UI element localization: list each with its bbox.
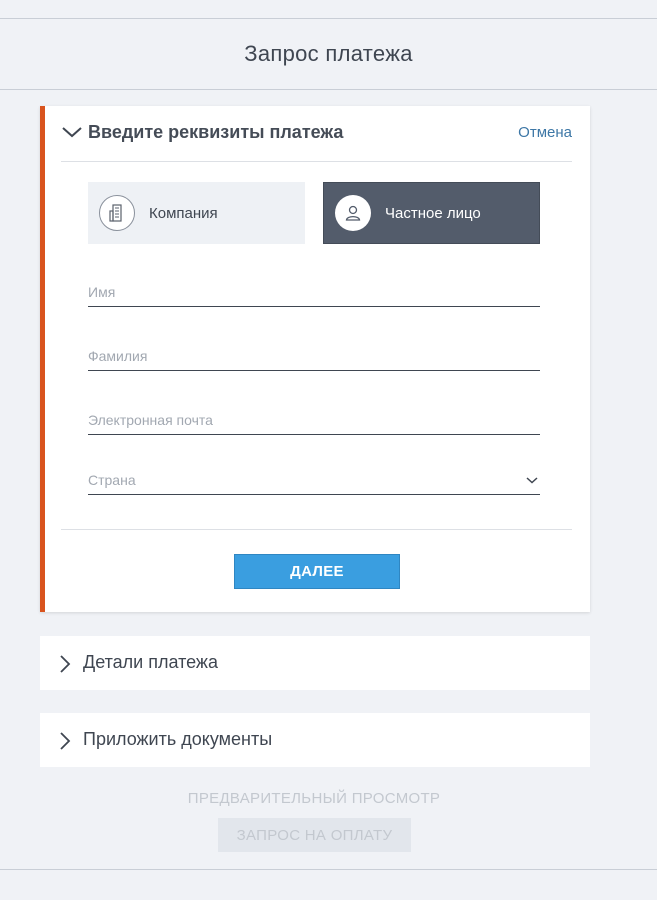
first-name-field[interactable]: Имя — [88, 278, 540, 307]
payment-request-page: Запрос платежа Введите реквизиты платежа… — [0, 0, 657, 900]
panel-footer-divider — [61, 529, 572, 530]
cancel-link[interactable]: Отмена — [518, 124, 572, 141]
chevron-down-icon[interactable] — [61, 123, 83, 141]
header-divider — [0, 89, 657, 90]
section-payment-details[interactable]: Детали платежа — [40, 636, 590, 690]
section-payment-details-label: Детали платежа — [83, 652, 218, 672]
building-icon — [99, 195, 135, 231]
chevron-right-icon — [60, 655, 71, 673]
company-type-label: Компания — [149, 204, 218, 222]
first-name-placeholder: Имя — [88, 284, 116, 300]
bottom-divider — [0, 869, 657, 870]
company-type-button[interactable]: Компания — [88, 182, 305, 244]
preview-link[interactable]: ПРЕДВАРИТЕЛЬНЫЙ ПРОСМОТР — [0, 790, 628, 807]
panel-title: Введите реквизиты платежа — [88, 122, 344, 142]
chevron-down-icon — [526, 477, 538, 484]
section-attach-documents-label: Приложить документы — [83, 729, 273, 749]
country-placeholder: Страна — [88, 472, 136, 488]
private-person-type-label: Частное лицо — [385, 204, 481, 222]
panel-header: Введите реквизиты платежа Отмена — [61, 106, 572, 162]
last-name-placeholder: Фамилия — [88, 348, 148, 364]
email-placeholder: Электронная почта — [88, 412, 213, 428]
page-title: Запрос платежа — [244, 41, 413, 66]
person-icon — [335, 195, 371, 231]
next-button[interactable]: ДАЛЕЕ — [234, 554, 400, 589]
section-attach-documents[interactable]: Приложить документы — [40, 713, 590, 767]
chevron-right-icon — [60, 732, 71, 750]
page-header: Запрос платежа — [0, 19, 657, 89]
payment-details-panel: Введите реквизиты платежа Отмена Компани… — [40, 106, 590, 612]
country-select[interactable]: Страна — [88, 466, 540, 495]
last-name-field[interactable]: Фамилия — [88, 342, 540, 371]
email-field[interactable]: Электронная почта — [88, 406, 540, 435]
private-person-type-button[interactable]: Частное лицо — [323, 182, 540, 244]
request-payment-button[interactable]: ЗАПРОС НА ОПЛАТУ — [218, 818, 411, 852]
